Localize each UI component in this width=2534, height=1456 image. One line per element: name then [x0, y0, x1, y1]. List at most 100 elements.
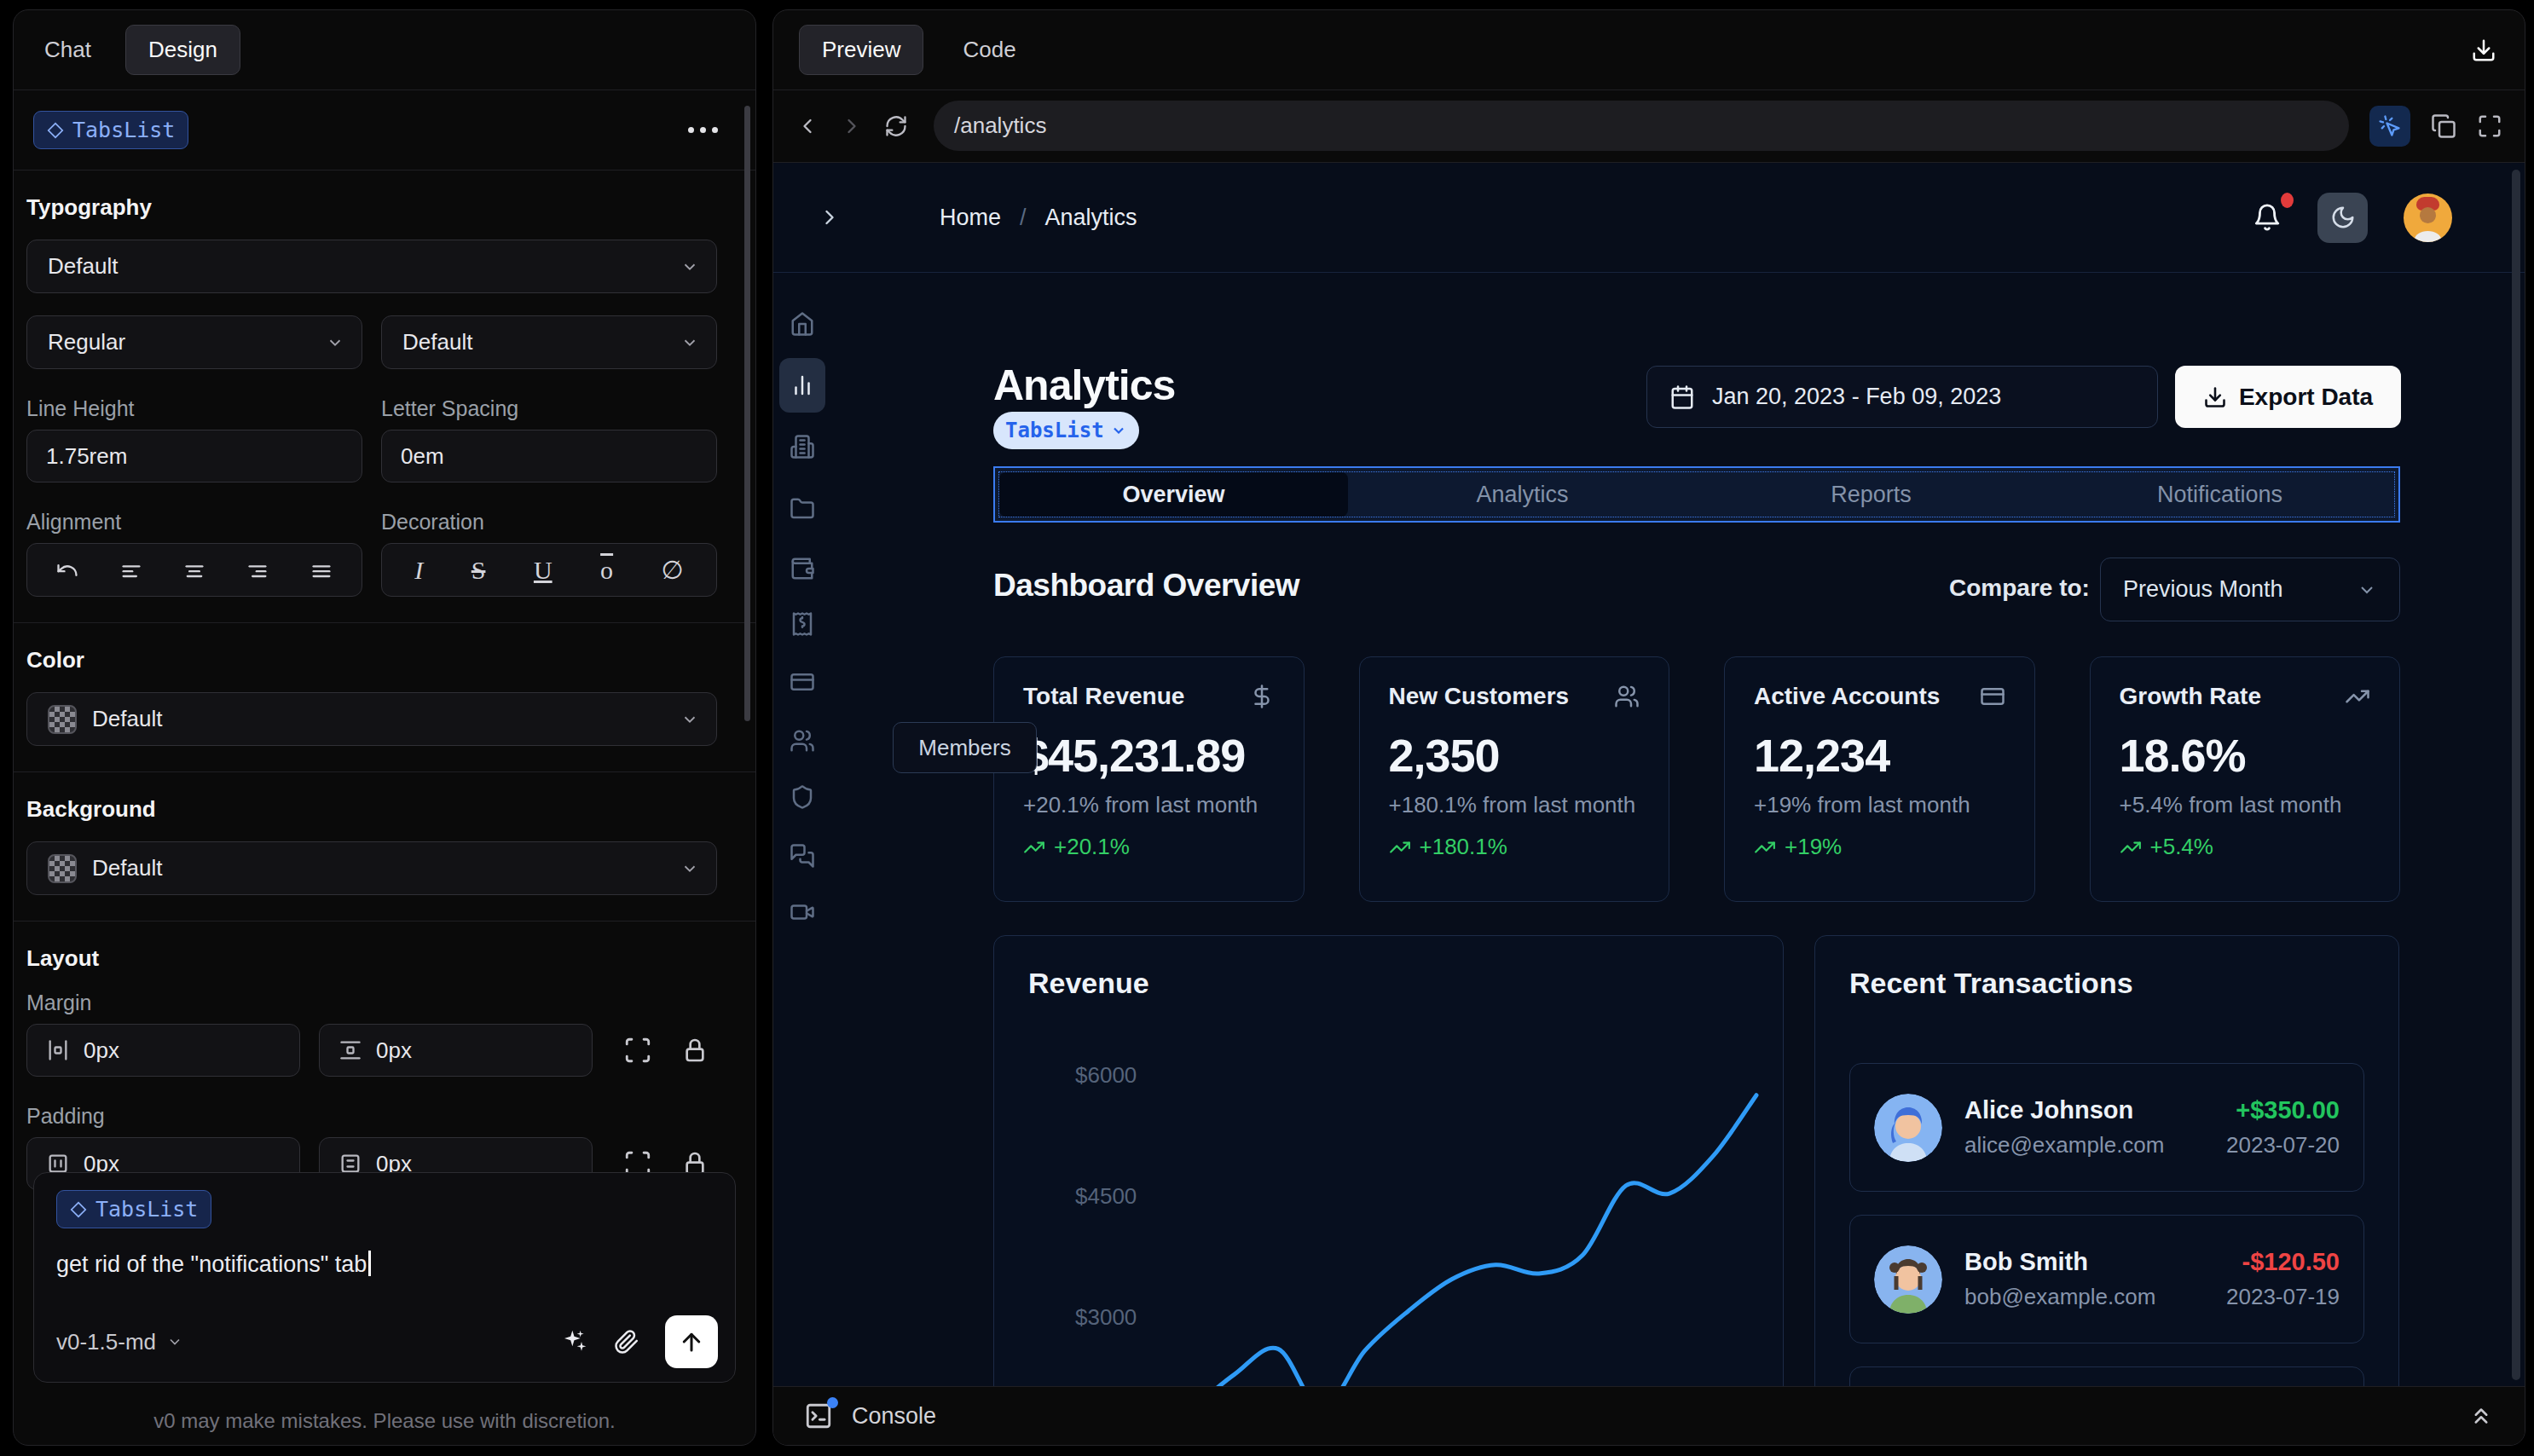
- color-select[interactable]: Default: [26, 692, 717, 746]
- nav-home-icon[interactable]: [790, 311, 815, 337]
- revenue-chart-card: Revenue $6000 $4500 $3000: [993, 935, 1784, 1388]
- moon-icon: [2330, 205, 2356, 230]
- console-bar[interactable]: Console: [773, 1386, 2525, 1445]
- breadcrumb-current: Analytics: [1045, 205, 1137, 231]
- more-options-icon[interactable]: [688, 127, 718, 133]
- nav-video-icon[interactable]: [790, 899, 815, 925]
- disclaimer-text: v0 may make mistakes. Please use with di…: [14, 1409, 755, 1433]
- tab-chat[interactable]: Chat: [44, 37, 91, 63]
- align-left-icon[interactable]: [119, 558, 143, 582]
- nav-billing-icon[interactable]: [790, 611, 815, 637]
- align-center-icon[interactable]: [182, 558, 206, 582]
- paperclip-icon[interactable]: [614, 1329, 639, 1355]
- font-size-select[interactable]: Default: [381, 315, 717, 369]
- transaction-row[interactable]: Bob Smith bob@example.com -$120.50 2023-…: [1849, 1215, 2364, 1343]
- underline-icon[interactable]: U: [534, 556, 553, 585]
- typography-label: Typography: [26, 194, 717, 221]
- undo-icon[interactable]: [55, 558, 79, 582]
- alignment-group: [26, 543, 362, 597]
- nav-security-icon[interactable]: [790, 784, 815, 810]
- fullscreen-icon[interactable]: [2477, 113, 2502, 139]
- inspect-button[interactable]: [2369, 106, 2410, 147]
- background-select[interactable]: Default: [26, 841, 717, 895]
- copy-icon[interactable]: [2431, 113, 2456, 139]
- chevron-down-icon: [2357, 580, 2377, 600]
- send-button[interactable]: [665, 1315, 718, 1368]
- strikethrough-icon[interactable]: S: [472, 556, 486, 585]
- notifications-button[interactable]: [2253, 203, 2282, 232]
- export-data-button[interactable]: Export Data: [2175, 366, 2401, 428]
- chevron-down-icon: [680, 257, 699, 276]
- composer-context-chip[interactable]: TabsList: [56, 1190, 211, 1228]
- letter-spacing-input[interactable]: 0em: [381, 430, 717, 482]
- chevron-down-icon: [326, 333, 344, 352]
- preview-scrollbar[interactable]: [2512, 170, 2520, 1380]
- chevrons-up-icon[interactable]: [2468, 1403, 2494, 1429]
- italic-icon[interactable]: I: [414, 556, 423, 585]
- trending-up-icon: [1023, 836, 1045, 858]
- sparkles-icon[interactable]: [561, 1328, 588, 1355]
- members-tooltip: Members: [893, 722, 1037, 773]
- transparent-swatch-icon: [48, 705, 77, 734]
- chevron-down-icon: [680, 333, 699, 352]
- tab-design[interactable]: Design: [125, 25, 240, 75]
- no-decoration-icon[interactable]: ∅: [662, 555, 684, 585]
- line-height-input[interactable]: 1.75rem: [26, 430, 362, 482]
- nav-organization-icon[interactable]: [790, 434, 815, 459]
- font-weight-select[interactable]: Regular: [26, 315, 362, 369]
- tab-preview[interactable]: Preview: [799, 25, 923, 75]
- composer-input[interactable]: get rid of the "notifications" tab: [56, 1251, 713, 1278]
- margin-x-input[interactable]: 0px: [26, 1024, 300, 1077]
- tab-analytics[interactable]: Analytics: [1348, 472, 1697, 517]
- overline-icon[interactable]: o: [600, 556, 613, 585]
- tab-reports[interactable]: Reports: [1697, 472, 2045, 517]
- compare-label: Compare to:: [1949, 575, 2090, 602]
- transaction-row-partial[interactable]: [1849, 1366, 2364, 1388]
- revenue-line-chart: [994, 936, 1785, 1388]
- download-icon[interactable]: [2471, 38, 2496, 63]
- chat-composer[interactable]: TabsList get rid of the "notifications" …: [33, 1172, 736, 1383]
- breadcrumb-separator: /: [1020, 205, 1027, 231]
- align-right-icon[interactable]: [246, 558, 269, 582]
- selected-component-chip[interactable]: TabsList: [33, 111, 188, 149]
- tab-overview[interactable]: Overview: [999, 472, 1348, 517]
- compare-select[interactable]: Previous Month: [2100, 558, 2400, 621]
- chevron-down-icon: [680, 859, 699, 878]
- transaction-row[interactable]: Alice Johnson alice@example.com +$350.00…: [1849, 1063, 2364, 1192]
- stat-card-active-accounts: Active Accounts 12,234 +19% from last mo…: [1724, 656, 2035, 902]
- align-justify-icon[interactable]: [310, 558, 333, 582]
- trending-up-icon: [1754, 836, 1776, 858]
- nav-cards-icon[interactable]: [790, 669, 815, 695]
- user-avatar[interactable]: [2404, 194, 2452, 242]
- line-height-label: Line Height: [26, 396, 362, 421]
- sidebar-scrollbar[interactable]: [744, 106, 750, 721]
- chevron-down-icon: [166, 1333, 183, 1350]
- preview-panel: Preview Code /analytics Home / Analytics: [772, 9, 2525, 1446]
- model-select[interactable]: v0-1.5-md: [56, 1329, 183, 1355]
- dollar-sign-icon: [1249, 684, 1275, 709]
- nav-messages-icon[interactable]: [790, 843, 815, 869]
- url-input[interactable]: /analytics: [934, 101, 2349, 151]
- expand-margin-icon[interactable]: [623, 1036, 652, 1065]
- date-range-picker[interactable]: Jan 20, 2023 - Feb 09, 2023: [1646, 366, 2158, 428]
- tab-notifications[interactable]: Notifications: [2045, 472, 2394, 517]
- nav-analytics-active[interactable]: [779, 358, 825, 413]
- color-section: Color Default: [14, 622, 755, 771]
- refresh-icon[interactable]: [884, 114, 908, 138]
- sidebar-toggle-icon[interactable]: [818, 205, 842, 229]
- lock-margin-icon[interactable]: [681, 1037, 709, 1064]
- breadcrumb-home[interactable]: Home: [940, 205, 1001, 231]
- theme-toggle-button[interactable]: [2317, 193, 2368, 243]
- tab-code[interactable]: Code: [963, 37, 1015, 63]
- forward-icon[interactable]: [840, 114, 864, 138]
- back-icon[interactable]: [795, 114, 819, 138]
- nav-wallet-icon[interactable]: [790, 556, 815, 581]
- margin-y-input[interactable]: 0px: [319, 1024, 593, 1077]
- section-title: Dashboard Overview: [993, 568, 1299, 604]
- nav-projects-icon[interactable]: [790, 496, 815, 522]
- selection-label-chip[interactable]: TabsList: [993, 412, 1139, 449]
- calendar-icon: [1669, 384, 1695, 410]
- font-select[interactable]: Default: [26, 240, 717, 293]
- nav-members-icon[interactable]: [790, 728, 815, 754]
- cursor-click-icon: [2378, 114, 2402, 138]
